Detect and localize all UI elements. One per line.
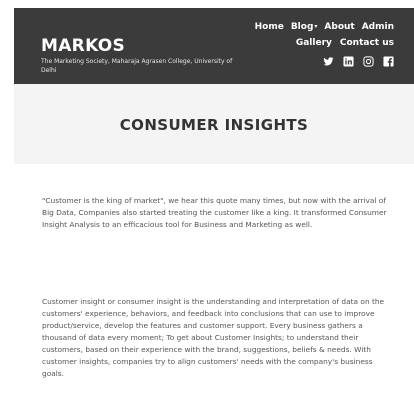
- nav-blog[interactable]: Blog▾: [291, 22, 318, 32]
- article-paragraph-definition: Customer insight or consumer insight is …: [42, 297, 385, 378]
- main-nav: Home Blog▾ About Admin: [255, 22, 394, 32]
- nav-blog-label: Blog: [290, 22, 314, 32]
- nav-contact[interactable]: Contact us: [340, 38, 394, 48]
- page-title: CONSUMER INSIGHTS: [119, 116, 309, 134]
- linkedin-icon[interactable]: [343, 56, 354, 67]
- facebook-icon[interactable]: [383, 56, 394, 67]
- site-tagline: The Marketing Society, Maharaja Agrasen …: [41, 58, 233, 74]
- instagram-icon[interactable]: [363, 56, 374, 67]
- site-title[interactable]: MARKOS: [41, 36, 125, 56]
- social-links: [323, 56, 394, 67]
- site-header: MARKOS The Marketing Society, Maharaja A…: [14, 8, 414, 84]
- chevron-down-icon: ▾: [314, 23, 318, 30]
- main-nav-row2: Gallery Contact us: [296, 38, 394, 48]
- nav-gallery[interactable]: Gallery: [296, 38, 332, 48]
- article-paragraph-intro: "Customer is the king of market", we hea…: [42, 196, 387, 229]
- twitter-icon[interactable]: [323, 56, 334, 67]
- nav-home[interactable]: Home: [255, 22, 284, 32]
- nav-about[interactable]: About: [324, 22, 354, 32]
- nav-admin[interactable]: Admin: [362, 22, 394, 32]
- page-title-banner: CONSUMER INSIGHTS: [14, 84, 414, 164]
